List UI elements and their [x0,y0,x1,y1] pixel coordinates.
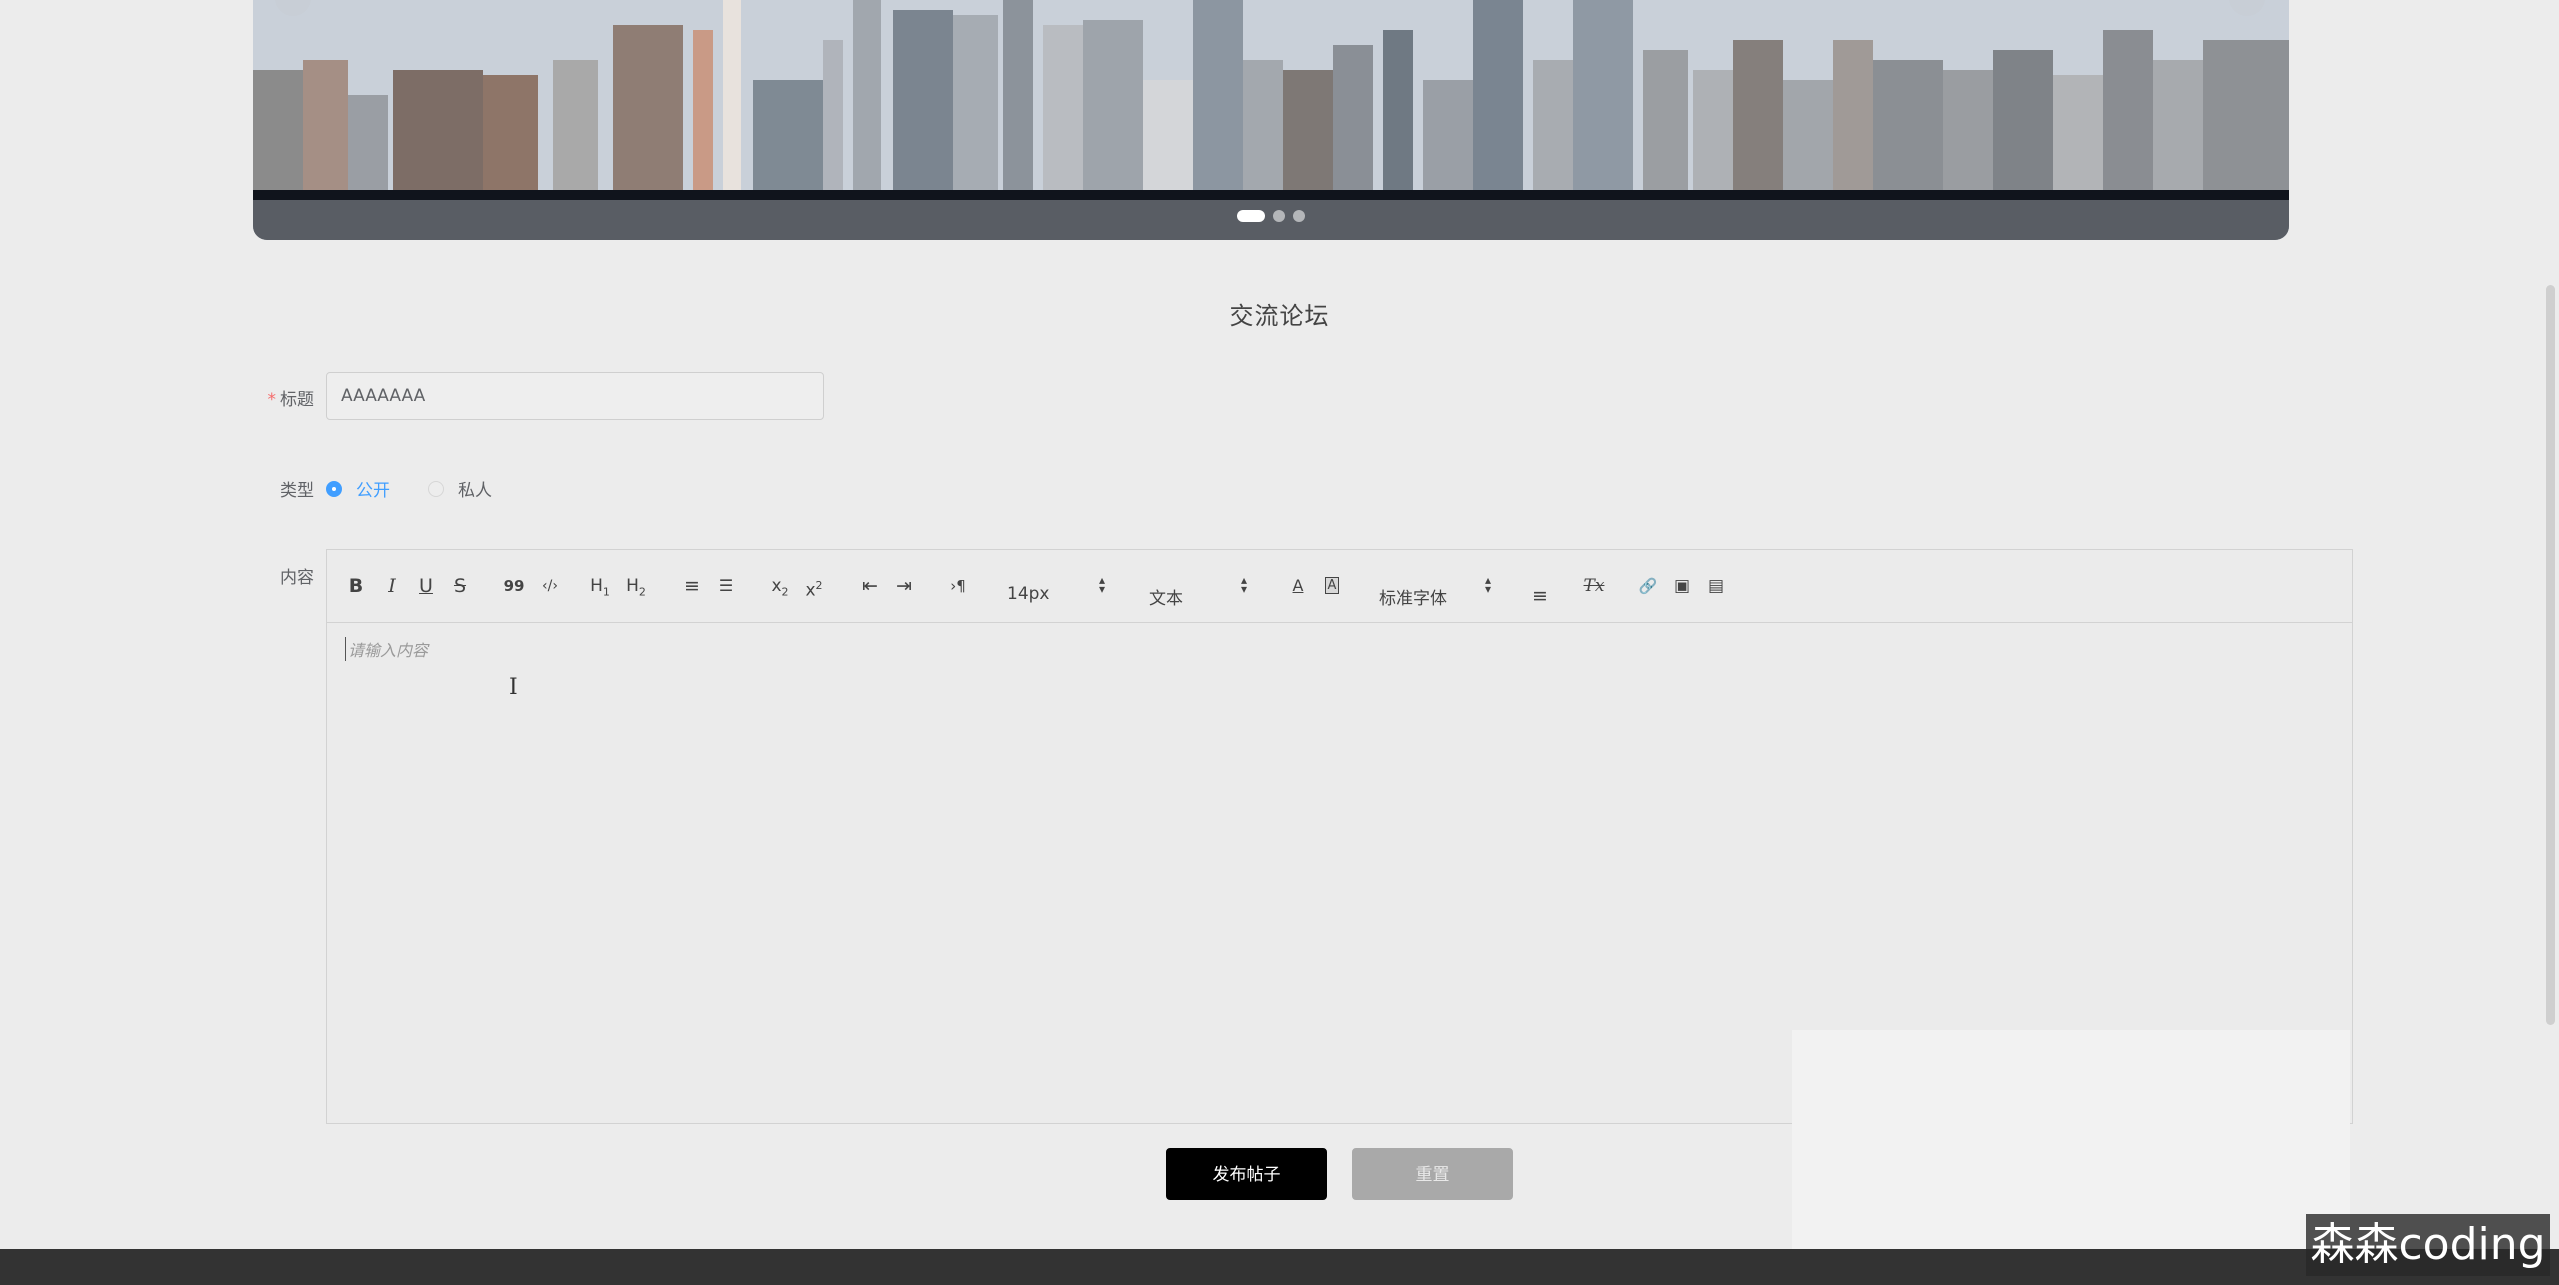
superscript-mark: 2 [815,579,823,592]
carousel-indicators [253,210,2289,222]
page-footer [0,1249,2559,1285]
link-button[interactable]: 🔗 [1637,574,1659,598]
font-family-chevron-icon: ▴ ▾ [1484,573,1492,596]
clean-format-button[interactable]: Tx [1583,574,1605,598]
strike-button[interactable]: S [449,574,471,598]
bullet-list-button[interactable]: ☰ [715,574,737,598]
overlay-panel [1792,1030,2350,1285]
page-title: 交流论坛 [1229,302,1330,330]
superscript-button[interactable]: x2 [803,574,825,601]
h2-level: 2 [638,585,646,599]
vertical-scrollbar[interactable] [2546,285,2555,1025]
font-family-picker[interactable]: 标准字体 [1379,584,1447,609]
radio-circle [428,480,444,497]
radio-label-public: 公开 [356,481,390,501]
image-button[interactable]: ▣ [1671,574,1693,598]
font-size-chevron-icon: ▴ ▾ [1098,573,1106,596]
ordered-list-button[interactable]: ≡ [681,574,703,598]
title-input[interactable]: AAAAAAA [326,372,824,420]
outdent-button[interactable]: ⇤ [859,574,881,598]
h2-letter: H [626,576,639,596]
superscript-letter: x [805,580,816,601]
banner-carousel[interactable] [253,0,2289,240]
editor-placeholder: 请输入内容 [345,637,428,661]
text-direction-button[interactable]: ›¶ [947,574,969,598]
subscript-button[interactable]: x2 [769,574,791,598]
subscript-mark: 2 [781,585,789,599]
font-size-picker[interactable]: 14px [1007,584,1049,604]
bold-button[interactable]: B [345,574,367,598]
subscript-letter: x [771,576,782,596]
code-block-button[interactable]: ‹/› [539,574,561,598]
radio-circle-checked [326,480,342,497]
title-label: * 标题 [224,385,315,410]
italic-button[interactable]: I [381,574,403,598]
type-label: 类型 [280,481,314,501]
carousel-dot-2[interactable] [1273,210,1285,222]
h1-button[interactable]: H1 [589,574,611,598]
underline-button[interactable]: U [415,574,437,598]
header-picker[interactable]: 文本 [1149,584,1183,609]
type-radio-public[interactable]: 公开 [326,476,390,501]
blockquote-button[interactable]: 99 [503,574,525,598]
background-color-button[interactable]: A [1321,574,1343,598]
text-color-button[interactable]: A [1287,574,1309,598]
reset-button[interactable]: 重置 [1352,1148,1513,1200]
editor-toolbar: B I U S 99 ‹/› H1 H2 ≡ ☰ x2 x2 ⇤ ⇥ ›¶ 14… [327,550,2352,623]
radio-label-private: 私人 [458,481,492,501]
carousel-dot-1[interactable] [1237,210,1265,222]
h1-letter: H [590,576,603,596]
carousel-dot-3[interactable] [1293,210,1305,222]
indent-button[interactable]: ⇥ [893,574,915,598]
h1-level: 1 [602,585,610,599]
video-button[interactable]: ▤ [1705,574,1727,598]
content-label: 内容 [280,568,314,588]
background-color-letter: A [1324,577,1340,594]
align-button[interactable]: ≡ [1529,584,1551,608]
watermark: 森森coding [2306,1214,2550,1276]
type-radio-private[interactable]: 私人 [428,476,492,501]
required-mark: * [267,390,277,410]
submit-post-button[interactable]: 发布帖子 [1166,1148,1327,1200]
skyline-image [253,0,2289,240]
title-label-text: 标题 [280,390,314,410]
h2-button[interactable]: H2 [625,574,647,598]
header-chevron-icon: ▴ ▾ [1240,573,1248,596]
text-cursor-icon: I [509,675,518,700]
